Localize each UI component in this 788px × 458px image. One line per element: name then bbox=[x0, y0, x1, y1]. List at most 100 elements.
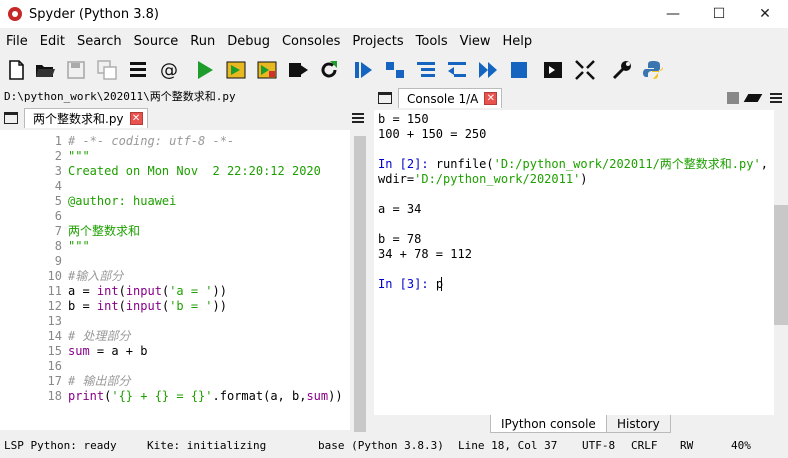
run-selection-icon bbox=[289, 63, 308, 77]
line-number: 10 bbox=[47, 269, 62, 283]
menu-debug[interactable]: Debug bbox=[221, 34, 276, 49]
code-line: b = int(input('b = ')) bbox=[68, 299, 227, 314]
list-icon bbox=[130, 62, 146, 77]
at-button[interactable]: @ bbox=[157, 58, 181, 82]
code-token: )) bbox=[212, 299, 227, 313]
browse-tabs-button[interactable] bbox=[126, 58, 150, 82]
console-line: In [3]: p bbox=[378, 277, 443, 292]
pane-options-icon[interactable] bbox=[4, 112, 18, 124]
run-button[interactable] bbox=[193, 58, 217, 82]
line-number: 3 bbox=[54, 164, 62, 178]
ipython-console[interactable]: b = 150 100 + 150 = 250 In [2]: runfile('D… bbox=[374, 110, 774, 415]
code-token: # -*- coding: utf-8 -*- bbox=[68, 134, 235, 148]
open-file-button[interactable] bbox=[33, 58, 57, 82]
preferences-button[interactable] bbox=[610, 58, 634, 82]
debug-button[interactable] bbox=[351, 58, 375, 82]
code-token: ( bbox=[118, 299, 126, 313]
maximize-button[interactable]: ☐ bbox=[696, 0, 742, 28]
menu-view[interactable]: View bbox=[454, 34, 497, 49]
editor-tab[interactable]: 两个整数求和.py ✕ bbox=[24, 108, 148, 128]
menu-source[interactable]: Source bbox=[128, 34, 185, 49]
new-file-icon bbox=[9, 60, 24, 80]
console-token: runfile( bbox=[435, 157, 494, 171]
window-title: Spyder (Python 3.8) bbox=[29, 6, 159, 22]
maximize-pane-button[interactable] bbox=[541, 58, 565, 82]
code-token: a = bbox=[68, 284, 97, 298]
stop-debug-button[interactable] bbox=[507, 58, 531, 82]
status-memory: 40% bbox=[731, 439, 751, 452]
step-into-button[interactable] bbox=[414, 58, 438, 82]
folder-open-icon bbox=[36, 65, 55, 77]
rerun-icon bbox=[321, 61, 337, 78]
console-token: 'D:/python_work/202011/两个整数求和.py' bbox=[493, 157, 761, 171]
code-line: Created on Mon Nov 2 22:20:12 2020 bbox=[68, 164, 321, 179]
code-token: .format(a, b, bbox=[212, 389, 307, 403]
code-token: = a + b bbox=[89, 344, 148, 358]
editor-tab-label: 两个整数求和.py bbox=[33, 112, 124, 126]
editor-scrollbar[interactable] bbox=[352, 130, 368, 432]
menu-search[interactable]: Search bbox=[71, 34, 128, 49]
console-line: 100 + 150 = 250 bbox=[378, 127, 486, 142]
run-cell-icon bbox=[226, 61, 246, 79]
line-number: 13 bbox=[47, 314, 62, 328]
minimize-button[interactable]: — bbox=[650, 0, 696, 28]
interrupt-kernel-icon[interactable] bbox=[727, 92, 739, 104]
code-token: input bbox=[125, 284, 162, 298]
tab-ipython-console[interactable]: IPython console bbox=[490, 415, 607, 433]
save-all-button[interactable] bbox=[95, 58, 119, 82]
code-token: """ bbox=[68, 239, 90, 253]
console-token: b = 150 bbox=[378, 112, 429, 126]
code-line: #输入部分 bbox=[68, 269, 123, 284]
console-tab[interactable]: Console 1/A ✕ bbox=[398, 88, 503, 108]
new-file-button[interactable] bbox=[4, 58, 28, 82]
line-number: 12 bbox=[47, 299, 62, 313]
console-scrollbar[interactable] bbox=[774, 110, 788, 415]
menu-tools[interactable]: Tools bbox=[410, 34, 454, 49]
code-token: int bbox=[96, 284, 119, 298]
continue-button[interactable] bbox=[476, 58, 500, 82]
run-cell-advance-button[interactable] bbox=[255, 58, 279, 82]
run-selection-button[interactable] bbox=[286, 58, 310, 82]
fullscreen-icon bbox=[575, 60, 595, 80]
run-again-button[interactable] bbox=[317, 58, 341, 82]
line-number: 14 bbox=[47, 329, 62, 343]
line-number: 6 bbox=[54, 209, 62, 223]
run-cell-button[interactable] bbox=[224, 58, 248, 82]
console-token: 34 + 78 = 112 bbox=[378, 247, 472, 261]
code-line: # -*- coding: utf-8 -*- bbox=[68, 134, 234, 149]
line-number: 16 bbox=[47, 359, 62, 373]
menu-file[interactable]: File bbox=[0, 34, 34, 49]
code-line: """ bbox=[68, 149, 90, 164]
code-token: 两个整数求和 bbox=[68, 224, 141, 238]
console-scroll-thumb[interactable] bbox=[774, 205, 788, 325]
save-button[interactable] bbox=[64, 58, 88, 82]
run-cell-advance-icon bbox=[257, 61, 277, 79]
step-button[interactable] bbox=[383, 58, 407, 82]
console-token: a = 34 bbox=[378, 202, 422, 216]
code-token: input bbox=[125, 299, 162, 313]
stop-icon bbox=[511, 62, 527, 78]
close-tab-icon[interactable]: ✕ bbox=[129, 112, 143, 125]
wrench-icon bbox=[612, 61, 631, 80]
tab-history[interactable]: History bbox=[606, 415, 671, 433]
menu-consoles[interactable]: Consoles bbox=[276, 34, 346, 49]
line-number: 18 bbox=[47, 389, 62, 403]
menu-run[interactable]: Run bbox=[184, 34, 221, 49]
editor-scroll-thumb[interactable] bbox=[354, 136, 366, 432]
console-pane-options-icon[interactable] bbox=[378, 92, 392, 104]
menu-projects[interactable]: Projects bbox=[346, 34, 409, 49]
code-token: '{} + {} = {}' bbox=[111, 389, 213, 403]
maximize-pane-icon bbox=[544, 62, 562, 78]
code-token: # 输出部分 bbox=[68, 374, 131, 388]
editor-menu-icon[interactable] bbox=[352, 113, 364, 123]
menu-help[interactable]: Help bbox=[497, 34, 539, 49]
status-rw: RW bbox=[680, 439, 694, 452]
close-window-button[interactable]: ✕ bbox=[742, 0, 788, 28]
eraser-icon[interactable] bbox=[743, 94, 763, 102]
python-path-button[interactable] bbox=[641, 58, 665, 82]
fullscreen-button[interactable] bbox=[573, 58, 597, 82]
close-console-icon[interactable]: ✕ bbox=[484, 92, 498, 105]
step-return-button[interactable] bbox=[445, 58, 469, 82]
console-menu-icon[interactable] bbox=[770, 93, 782, 103]
menu-edit[interactable]: Edit bbox=[34, 34, 71, 49]
